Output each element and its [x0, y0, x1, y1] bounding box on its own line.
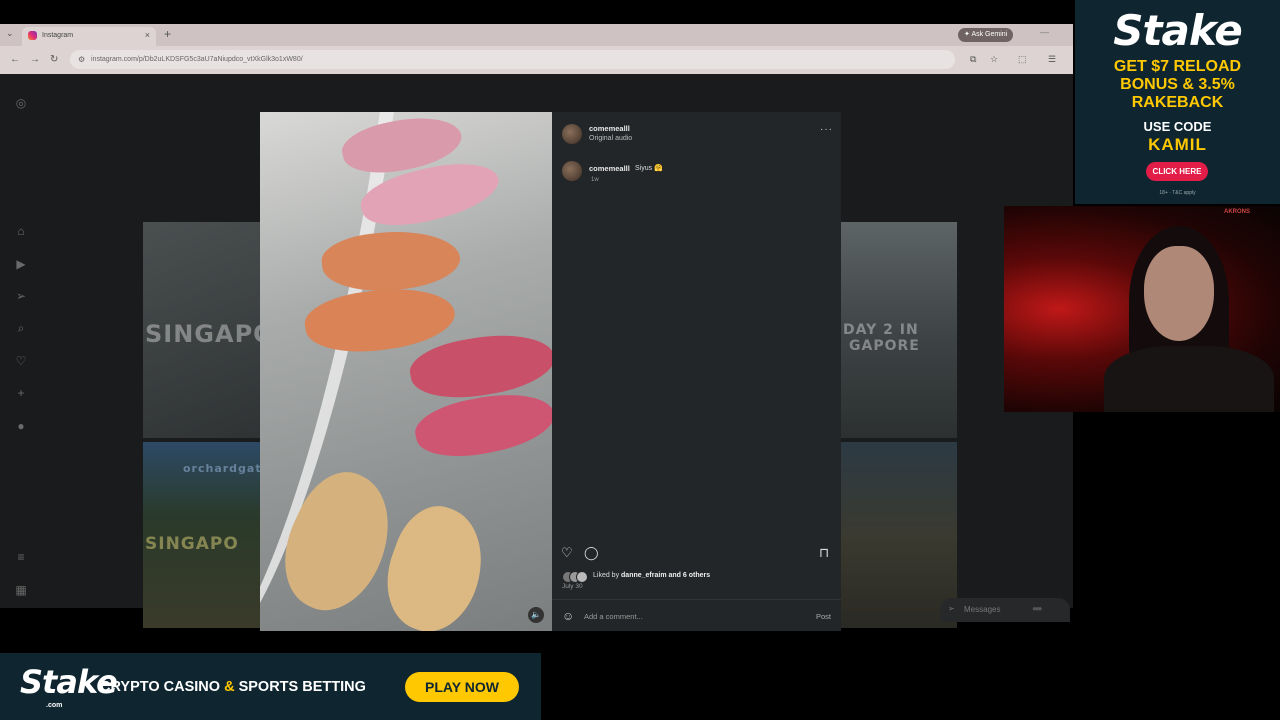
fine-print: 18+ · T&C apply	[1159, 190, 1196, 196]
grid-post-banner: orchardgat	[183, 462, 260, 475]
caption-username[interactable]: comemealll	[589, 164, 630, 173]
post-media[interactable]: 🔈	[260, 112, 552, 631]
grid-post-text: SINGAPO	[145, 534, 239, 554]
tab-close-icon[interactable]: ×	[145, 30, 150, 40]
forward-icon[interactable]: →	[30, 54, 40, 65]
browser-window: ⌄ Instagram × + ✦ Ask Gemini — ← → ↻ ⚙ i…	[0, 24, 1073, 631]
post-details-panel: comemealll Original audio ··· comemealll…	[552, 112, 841, 631]
search-icon[interactable]: ⌕	[13, 321, 29, 336]
ask-gemini-button[interactable]: ✦ Ask Gemini	[958, 28, 1014, 42]
toolbar: ← → ↻ ⚙ instagram.com/p/Db2uLKDSFG5c3aU7…	[0, 46, 1073, 74]
caption-text: Siyus 🤗	[635, 165, 663, 172]
grid-post-text: DAY 2 IN	[843, 322, 919, 338]
tab-search-icon[interactable]: ⌄	[6, 28, 14, 39]
tagline-sports: SPORTS BETTING	[238, 679, 366, 695]
home-icon[interactable]: ⌂	[13, 224, 29, 238]
author-avatar[interactable]	[562, 124, 582, 144]
notifications-icon[interactable]: ♡	[13, 354, 29, 368]
grid-post-text: GAPORE	[849, 338, 920, 354]
stake-bottom-ad[interactable]: Stake .com CRYPTO CASINO & SPORTS BETTIN…	[0, 653, 541, 720]
play-now-button[interactable]: PLAY NOW	[405, 672, 519, 702]
profile-avatar[interactable]: ●	[13, 419, 29, 433]
liked-by-prefix: Liked by	[593, 572, 620, 579]
minimize-button[interactable]: —	[1040, 27, 1049, 37]
promo-code: KAMIL	[1148, 135, 1207, 154]
direct-icon[interactable]: ➢	[13, 289, 29, 303]
grid-post-right-bottom[interactable]	[841, 442, 957, 628]
stake-logo-sub: .com	[46, 702, 63, 709]
stake-side-ad[interactable]: Stake GET $7 RELOAD BONUS & 3.5% RAKEBAC…	[1075, 0, 1280, 204]
instagram-page: ◎ ⌂ ▶ ➢ ⌕ ♡ + ● ≡ ▦ SINGAPO orchardgat S…	[0, 74, 1073, 631]
back-icon[interactable]: ←	[10, 54, 20, 65]
grid-post-left-bottom[interactable]: orchardgat SINGAPO	[143, 442, 260, 628]
like-heart-icon[interactable]: ♡	[561, 545, 573, 561]
tagline-casino: CRYPTO CASINO	[100, 679, 221, 695]
stake-logo: Stake	[1113, 6, 1243, 55]
site-settings-icon[interactable]: ⚙	[78, 50, 85, 69]
liked-by-avatars	[562, 571, 592, 583]
instagram-favicon-icon	[28, 31, 37, 40]
liked-by-user[interactable]: danne_efraim	[621, 572, 667, 579]
media-icon[interactable]: ☰	[1048, 54, 1056, 65]
tagline-amp: &	[224, 679, 235, 695]
messages-icon: ➢	[948, 604, 955, 613]
address-bar[interactable]: ⚙ instagram.com/p/Db2uLKDSFG5c3aU7aNiupd…	[70, 50, 955, 69]
red-sneaker	[410, 383, 552, 467]
author-username[interactable]: comemealll	[589, 124, 630, 133]
install-icon[interactable]: ⧉	[970, 54, 976, 65]
new-tab-button[interactable]: +	[164, 27, 171, 41]
messages-drawer[interactable]: ➢ Messages ●●●	[940, 598, 1070, 622]
reels-icon[interactable]: ▶	[13, 257, 29, 271]
menu-icon[interactable]: ≡	[13, 550, 29, 564]
likes-summary[interactable]: Liked by danne_efraim and 6 others	[593, 572, 710, 579]
emoji-icon[interactable]: ☺	[562, 609, 574, 623]
save-bookmark-icon[interactable]: ⊓	[819, 545, 829, 561]
audio-muted-icon[interactable]: 🔈	[528, 607, 544, 623]
tab-title: Instagram	[42, 32, 74, 39]
grid-post-right-top[interactable]: DAY 2 IN GAPORE	[841, 222, 957, 438]
original-audio-link[interactable]: Original audio	[589, 135, 632, 142]
ad-headline: GET $7 RELOAD BONUS & 3.5% RAKEBACK	[1113, 58, 1242, 111]
messages-avatars: ●●●	[1032, 604, 1042, 613]
streamer-shirt	[1104, 346, 1274, 412]
tan-sneaker	[371, 495, 499, 631]
comment-bar: ☺ Add a comment... Post	[552, 599, 841, 632]
ad-tagline: CRYPTO CASINO & SPORTS BETTING	[100, 679, 366, 695]
messages-label: Messages	[964, 605, 1001, 614]
more-options-icon[interactable]: ···	[820, 124, 833, 135]
webcam-watermark: AKRONS	[1223, 209, 1250, 215]
caption-avatar[interactable]	[562, 161, 582, 181]
url-text: instagram.com/p/Db2uLKDSFG5c3aU7aNiupdco…	[91, 56, 303, 63]
caption-time: 1w	[591, 177, 599, 183]
comment-icon[interactable]: ◯	[584, 545, 599, 561]
post-comment-button[interactable]: Post	[816, 612, 831, 621]
create-icon[interactable]: +	[13, 386, 29, 400]
tab-instagram[interactable]: Instagram ×	[22, 27, 156, 46]
also-from-meta-icon[interactable]: ▦	[13, 583, 29, 597]
tab-bar: ⌄ Instagram × + ✦ Ask Gemini —	[0, 24, 1073, 46]
extensions-icon[interactable]: ⬚	[1018, 54, 1027, 65]
comment-input[interactable]: Add a comment...	[584, 612, 643, 621]
streamer-face	[1144, 246, 1214, 341]
instagram-logo-icon[interactable]: ◎	[13, 96, 29, 110]
post-date: July 30	[562, 583, 583, 590]
grid-post-left-top[interactable]: SINGAPO	[143, 222, 260, 438]
ask-gemini-label: Ask Gemini	[971, 31, 1008, 38]
click-here-button[interactable]: CLICK HERE	[1146, 162, 1208, 181]
bookmark-star-icon[interactable]: ☆	[990, 54, 998, 65]
streamer-webcam: AKRONS	[1004, 206, 1280, 412]
liked-by-others[interactable]: and 6 others	[669, 572, 711, 579]
use-code-label: USE CODE	[1143, 119, 1212, 134]
grid-post-text: SINGAPO	[145, 320, 260, 348]
reload-icon[interactable]: ↻	[50, 54, 58, 65]
